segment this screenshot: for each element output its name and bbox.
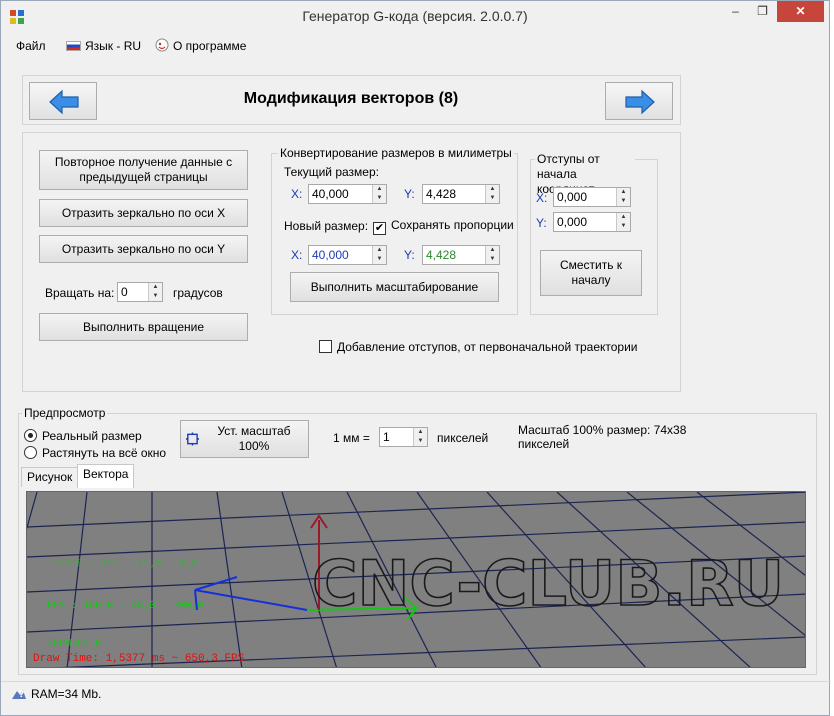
offset-x-input[interactable]: 0,000 ▲ ▼ [553, 187, 631, 207]
arrow-right-icon [625, 89, 655, 115]
pos-readout: POS : 160,0 - 48,0 - 300,0 [47, 600, 204, 611]
new-y-input[interactable]: 4,428 ▲ ▼ [422, 245, 500, 265]
info-icon [155, 38, 169, 52]
pixels-label: пикселей [437, 431, 489, 445]
ram-usage: RAM=34 Mb. [31, 687, 102, 701]
rotate-stepper[interactable]: ▲ ▼ [148, 283, 162, 301]
rotate-input[interactable]: 0 ▲ ▼ [117, 282, 163, 302]
new-y-stepper[interactable]: ▲ ▼ [485, 246, 499, 264]
status-bar: ? RAM=34 Mb. [11, 687, 101, 701]
menu-file[interactable]: Файл [16, 37, 46, 55]
offset-y-label: Y: [536, 216, 547, 230]
menu-language[interactable]: Язык - RU [66, 37, 141, 55]
current-x-input[interactable]: 40,000 ▲ ▼ [308, 184, 387, 204]
mirror-x-button[interactable]: Отразить зеркально по оси X [39, 199, 248, 227]
current-y-stepper[interactable]: ▲ ▼ [485, 185, 499, 203]
set-scale-button[interactable]: Уст. масштаб 100% [180, 420, 309, 458]
mm-pixels-value: 1 [383, 430, 390, 444]
radio-real-size[interactable]: Реальный размер [24, 429, 142, 443]
title-bar: Генератор G-кода (версия. 2.0.0.7) – ❐ ✕ [1, 1, 829, 33]
mirror-y-button[interactable]: Отразить зеркально по оси Y [39, 235, 248, 263]
tab-picture[interactable]: Рисунок [21, 467, 79, 487]
menu-about[interactable]: О программе [155, 37, 246, 55]
current-y-input[interactable]: 4,428 ▲ ▼ [422, 184, 500, 204]
flag-ru-icon [66, 41, 81, 51]
keep-proportions-label: Сохранять пропорции [391, 218, 514, 232]
add-offsets[interactable]: Добавление отступов, от первоначальной т… [319, 340, 638, 354]
reload-data-button[interactable]: Повторное получение данные с предыдущей … [39, 150, 248, 190]
current-y-value: 4,428 [426, 187, 457, 201]
new-size-label: Новый размер: [284, 219, 369, 233]
convert-legend: Конвертирование размеров в милиметры [278, 146, 514, 160]
keep-proportions[interactable]: ✔ Сохранять пропорции [373, 218, 514, 235]
cnc-logo-text: CNC-CLUB.RU [312, 547, 784, 620]
vector-preview-canvas[interactable]: CNC-CLUB.RU STATE : 155 - 45,0 - 0,0 POS… [26, 491, 806, 668]
svg-text:?: ? [19, 690, 24, 700]
rotate-units: градусов [173, 286, 223, 300]
rotate-value: 0 [121, 285, 128, 299]
scale-icon [185, 432, 200, 446]
current-x-label: X: [291, 187, 303, 201]
new-x-value: 40,000 [312, 248, 349, 262]
rotate-button[interactable]: Выполнить вращение [39, 313, 248, 341]
window-title: Генератор G-кода (версия. 2.0.0.7) [302, 8, 528, 24]
new-y-value: 4,428 [426, 248, 457, 262]
offset-x-value: 0,000 [557, 190, 588, 204]
scale-button[interactable]: Выполнить масштабирование [290, 272, 499, 302]
zoom-readout: ZOOM:65,0 [47, 638, 102, 649]
tab-vectors[interactable]: Вектора [77, 464, 135, 488]
perspective-grid: CNC-CLUB.RU [27, 492, 805, 667]
maximize-button[interactable]: ❐ [749, 1, 776, 22]
current-size-label: Текущий размер: [284, 165, 379, 179]
new-x-stepper[interactable]: ▲ ▼ [372, 246, 386, 264]
add-offsets-checkbox[interactable] [319, 340, 332, 353]
mm-label: 1 мм = [333, 431, 370, 445]
mm-pixels-stepper[interactable]: ▲ ▼ [413, 428, 427, 446]
back-button[interactable] [29, 82, 97, 120]
new-y-label: Y: [404, 248, 415, 262]
help-icon: ? [12, 690, 26, 700]
new-x-label: X: [291, 248, 303, 262]
page-title: Модификация векторов (8) [243, 90, 459, 107]
radio-fit-window-button[interactable] [24, 446, 37, 459]
arrow-left-icon [49, 89, 79, 115]
offset-x-stepper[interactable]: ▲ ▼ [616, 188, 630, 206]
radio-fit-window[interactable]: Растянуть на всё окно [24, 446, 166, 460]
state-readout: STATE : 155 - 45,0 - 0,0 [53, 558, 198, 569]
current-y-label: Y: [404, 187, 415, 201]
forward-button[interactable] [605, 82, 673, 120]
preview-legend: Предпросмотр [22, 406, 108, 420]
menu-about-label: О программе [173, 39, 247, 53]
new-x-input[interactable]: 40,000 ▲ ▼ [308, 245, 387, 265]
set-scale-label: Уст. масштаб 100% [217, 424, 291, 453]
app-window: Генератор G-кода (версия. 2.0.0.7) – ❐ ✕… [0, 0, 831, 716]
radio-real-size-label: Реальный размер [42, 429, 142, 443]
draw-time-readout: Draw Time: 1,5377 ms ~ 650,3 FPS [33, 653, 245, 665]
offset-y-stepper[interactable]: ▲ ▼ [616, 213, 630, 231]
add-offsets-label: Добавление отступов, от первоначальной т… [337, 340, 638, 354]
minimize-button[interactable]: – [722, 1, 749, 22]
current-x-stepper[interactable]: ▲ ▼ [372, 185, 386, 203]
offset-y-value: 0,000 [557, 215, 588, 229]
keep-proportions-checkbox[interactable]: ✔ [373, 222, 386, 235]
rotate-label: Вращать на: [45, 286, 115, 300]
mm-pixels-input[interactable]: 1 ▲ ▼ [379, 427, 428, 447]
radio-real-size-button[interactable] [24, 429, 37, 442]
offset-x-label: X: [536, 191, 548, 205]
menu-language-label: Язык - RU [85, 39, 142, 53]
current-x-value: 40,000 [312, 187, 349, 201]
status-divider [1, 681, 831, 682]
close-button[interactable]: ✕ [777, 1, 824, 22]
move-to-origin-button[interactable]: Сместить к началу [540, 250, 642, 296]
radio-fit-window-label: Растянуть на всё окно [42, 446, 167, 460]
scale-info: Масштаб 100% размер: 74x38 пикселей [518, 423, 687, 451]
offset-y-input[interactable]: 0,000 ▲ ▼ [553, 212, 631, 232]
